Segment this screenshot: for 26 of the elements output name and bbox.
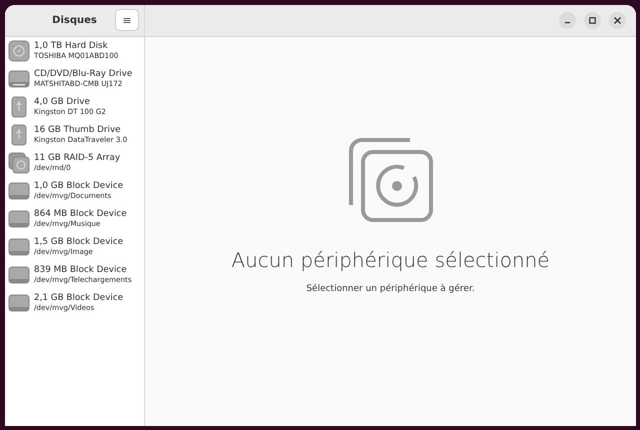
device-name[interactable]: 1,0 GB Block Device bbox=[34, 181, 124, 192]
empty-state-text: Sélectionner un périphérique à gérer. bbox=[306, 282, 475, 296]
device-name[interactable]: 11 GB RAID-5 Array bbox=[34, 153, 120, 164]
empty-state-heading: Aucun périphérique sélectionné bbox=[231, 246, 550, 274]
block-device-icon bbox=[8, 264, 30, 286]
raid-array-icon bbox=[8, 152, 30, 174]
block-device-icon bbox=[8, 236, 30, 258]
optical-drive-icon bbox=[8, 68, 30, 90]
close-icon bbox=[613, 16, 622, 25]
device-name[interactable]: 1,5 GB Block Device bbox=[34, 237, 124, 248]
device-name[interactable]: 1,0 TB Hard Disk bbox=[34, 41, 118, 52]
disk-icon bbox=[348, 136, 434, 223]
menu-button[interactable]: ≡ bbox=[115, 9, 139, 31]
maximize-icon bbox=[588, 16, 597, 25]
device-name[interactable]: 2,1 GB Block Device bbox=[34, 293, 124, 304]
sidebar-title: Disques bbox=[52, 14, 97, 28]
maximize-button[interactable] bbox=[584, 12, 601, 29]
close-button[interactable] bbox=[609, 12, 626, 29]
device-name[interactable]: 864 MB Block Device bbox=[34, 209, 127, 220]
device-name[interactable]: CD/DVD/Blu-Ray Drive bbox=[34, 69, 132, 80]
device-name[interactable]: 16 GB Thumb Drive bbox=[34, 125, 128, 136]
device-name[interactable]: 839 MB Block Device bbox=[34, 265, 132, 276]
block-device-icon bbox=[8, 208, 30, 230]
block-device-icon bbox=[8, 180, 30, 202]
device-name[interactable]: 4,0 GB Drive bbox=[34, 97, 106, 108]
block-device-icon bbox=[8, 292, 30, 314]
